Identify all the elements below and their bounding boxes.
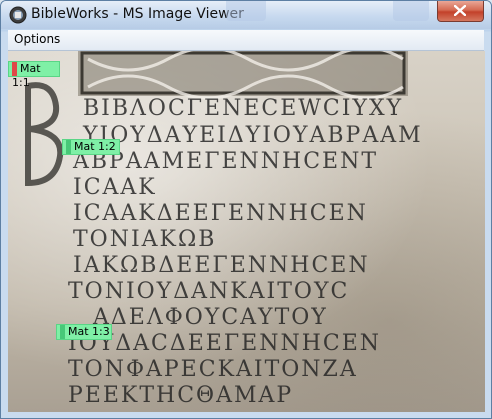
manuscript-line: YIOYΔΑΥΕΙΔΥIOYΑΒΡΑΑΜ	[83, 123, 423, 148]
manuscript-line: ICΑΑΚ	[73, 175, 157, 200]
manuscript-line: ΤΟΝΙΑΚΩΒ	[73, 227, 217, 252]
manuscript-line: ΤΟΝΙΟΥΔΑΝΚΑΙΤΟΥC	[68, 279, 350, 304]
manuscript-line: ΤΟΝΦΑΡΕCΚΑΙΤΟΝΖΑ	[68, 357, 358, 382]
minimize-button[interactable]	[226, 1, 266, 21]
app-icon	[9, 6, 27, 24]
verse-marker	[12, 62, 17, 76]
maximize-button[interactable]	[393, 1, 429, 21]
app-window: BibleWorks - MS Image Viewer Options BIB…	[0, 0, 492, 419]
manuscript-image[interactable]: BIBΛOCΓENECEWCIYXY YIOYΔΑΥΕΙΔΥIOYΑΒΡΑΑΜ …	[8, 51, 485, 412]
manuscript-line: BIBΛOCΓENECEWCIYXY	[83, 96, 404, 121]
verse-tag-mat-1-1[interactable]: Mat 1:1	[8, 61, 60, 89]
title-bar[interactable]: BibleWorks - MS Image Viewer	[1, 1, 491, 29]
manuscript-line: ΑΔΕΛΦΟΥCΑΥΤΟΥ	[93, 305, 328, 330]
manuscript-line: ICΑΑΚΔΕΕΓΕΝΝΗCΕΝ	[73, 201, 368, 226]
close-button[interactable]	[437, 1, 484, 22]
verse-tag-label: Mat 1:3	[68, 325, 110, 338]
window-title: BibleWorks - MS Image Viewer	[31, 6, 244, 22]
verse-marker	[66, 140, 71, 154]
close-icon	[454, 5, 466, 16]
manuscript-line: ΙΟΥΔΑCΔΕΕΓΕΝΝΗCΕΝ	[68, 331, 382, 356]
verse-tag-mat-1-3[interactable]: Mat 1:3	[56, 324, 112, 340]
verse-tag-label: Mat 1:2	[74, 140, 116, 153]
verse-marker	[60, 325, 65, 339]
manuscript-line: ΡΕΕΚΤΗCΘΑΜΑΡ	[68, 383, 294, 408]
menu-bar: Options	[8, 30, 484, 51]
verse-tag-mat-1-2[interactable]: Mat 1:2	[62, 139, 120, 155]
menu-options[interactable]: Options	[14, 32, 60, 46]
manuscript-line: ΙΑΚΩΒΔΕΕΓΕΝΝΗCΕΝ	[73, 253, 370, 278]
